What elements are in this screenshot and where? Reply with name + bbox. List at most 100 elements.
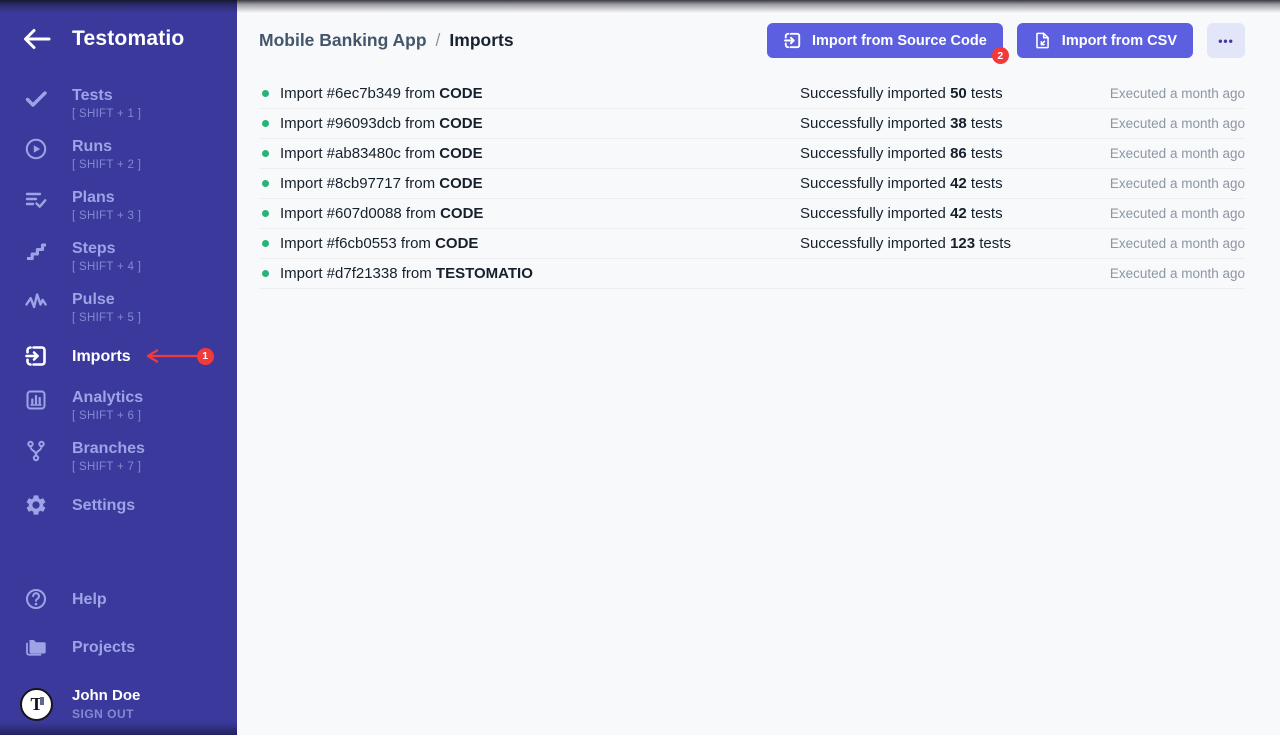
sidebar-item-branches[interactable]: Branches[ SHIFT + 7 ] bbox=[0, 439, 237, 473]
breadcrumb: Mobile Banking App / Imports bbox=[259, 30, 514, 51]
sidebar-item-text: Settings bbox=[72, 496, 135, 515]
import-row-left: Import #f6cb0553 from CODE bbox=[259, 235, 800, 252]
sidebar-item-imports[interactable]: Imports 1 bbox=[0, 341, 237, 371]
import-row-left: Import #d7f21338 from TESTOMATIO bbox=[259, 265, 800, 282]
import-list: Import #6ec7b349 from CODE Successfully i… bbox=[259, 79, 1245, 289]
import-row-left: Import #ab83480c from CODE bbox=[259, 145, 800, 162]
import-row-left: Import #96093dcb from CODE bbox=[259, 115, 800, 132]
sidebar-item-analytics[interactable]: Analytics[ SHIFT + 6 ] bbox=[0, 388, 237, 422]
sidebar-item-shortcut: [ SHIFT + 6 ] bbox=[72, 410, 143, 422]
import-status: Successfully imported 50 tests bbox=[800, 85, 1025, 102]
import-csv-label: Import from CSV bbox=[1062, 33, 1177, 49]
play-circle-icon bbox=[24, 137, 48, 161]
import-executed: Executed a month ago bbox=[1025, 236, 1245, 251]
branch-icon bbox=[24, 439, 48, 463]
header-actions: Import from Source Code 2 Import from CS… bbox=[753, 23, 1245, 58]
status-dot-icon bbox=[262, 150, 269, 157]
import-icon bbox=[783, 31, 802, 50]
sidebar-item-text: Branches[ SHIFT + 7 ] bbox=[72, 439, 145, 473]
list-check-icon bbox=[24, 188, 48, 212]
import-title: Import #607d0088 from CODE bbox=[280, 205, 483, 222]
sidebar-logo-row: Testomatio bbox=[0, 26, 237, 52]
sidebar-item-settings[interactable]: Settings bbox=[0, 490, 237, 520]
sidebar-item-label: Plans bbox=[72, 188, 141, 207]
import-row[interactable]: Import #d7f21338 from TESTOMATIO Executed… bbox=[259, 259, 1245, 289]
import-row[interactable]: Import #ab83480c from CODE Successfully i… bbox=[259, 139, 1245, 169]
sign-out-link[interactable]: SIGN OUT bbox=[72, 707, 140, 721]
gear-icon bbox=[24, 493, 48, 517]
back-arrow-icon[interactable] bbox=[22, 26, 52, 52]
sidebar-bottom: Help Projects T John Doe SIGN OUT bbox=[0, 587, 237, 735]
sidebar-item-label: Settings bbox=[72, 496, 135, 515]
import-row-left: Import #6ec7b349 from CODE bbox=[259, 85, 800, 102]
import-row[interactable]: Import #f6cb0553 from CODESuccessfully i… bbox=[259, 229, 1245, 259]
sidebar-secondary-nav: Help Projects bbox=[0, 587, 237, 683]
status-dot-icon bbox=[262, 120, 269, 127]
status-dot-icon bbox=[262, 180, 269, 187]
import-title: Import #96093dcb from CODE bbox=[280, 115, 483, 132]
import-executed: Executed a month ago bbox=[1025, 266, 1245, 281]
app-logo: Testomatio bbox=[72, 27, 184, 51]
user-row: T John Doe SIGN OUT bbox=[0, 687, 237, 721]
import-row[interactable]: Import #607d0088 from CODE Successfully i… bbox=[259, 199, 1245, 229]
sidebar-item-label: Imports bbox=[72, 347, 131, 366]
user-info: John Doe SIGN OUT bbox=[72, 687, 140, 721]
page-title: Imports bbox=[449, 30, 513, 51]
page-header: Mobile Banking App / Imports Import from… bbox=[259, 23, 1245, 58]
avatar-logo-mark bbox=[40, 697, 44, 705]
sidebar-item-text: Pulse[ SHIFT + 5 ] bbox=[72, 290, 141, 324]
sidebar: Testomatio Tests [ SHIFT + 1 ] Runs [ SHIFT… bbox=[0, 0, 237, 735]
sidebar-item-text: Analytics[ SHIFT + 6 ] bbox=[72, 388, 143, 422]
import-status: Successfully imported 42 tests bbox=[800, 205, 1025, 222]
sidebar-item-label: Help bbox=[72, 590, 107, 609]
import-executed: Executed a month ago bbox=[1025, 176, 1245, 191]
sidebar-item-pulse[interactable]: Pulse[ SHIFT + 5 ] bbox=[0, 290, 237, 324]
folder-icon bbox=[24, 635, 48, 659]
sidebar-item-tests[interactable]: Tests [ SHIFT + 1 ] bbox=[0, 86, 237, 120]
import-row[interactable]: Import #8cb97717 from CODESuccessfully i… bbox=[259, 169, 1245, 199]
sidebar-item-text: Plans[ SHIFT + 3 ] bbox=[72, 188, 141, 222]
sidebar-item-text: Steps [ SHIFT + 4 ] bbox=[72, 239, 141, 273]
steps-icon bbox=[24, 239, 48, 263]
sidebar-item-steps[interactable]: Steps [ SHIFT + 4 ] bbox=[0, 239, 237, 273]
sidebar-nav: Tests [ SHIFT + 1 ] Runs [ SHIFT + 2 ] Plans… bbox=[0, 86, 237, 537]
tutorial-arrow-annotation: 1 bbox=[143, 348, 214, 365]
import-row-left: Import #607d0088 from CODE bbox=[259, 205, 800, 222]
analytics-icon bbox=[24, 388, 48, 412]
sidebar-item-shortcut: [ SHIFT + 2 ] bbox=[72, 159, 141, 171]
status-dot-icon bbox=[262, 240, 269, 247]
sidebar-item-runs[interactable]: Runs [ SHIFT + 2 ] bbox=[0, 137, 237, 171]
sidebar-item-label: Steps bbox=[72, 239, 141, 258]
import-status: Successfully imported 42 tests bbox=[800, 175, 1025, 192]
import-row-left: Import #8cb97717 from CODE bbox=[259, 175, 800, 192]
import-row[interactable]: Import #6ec7b349 from CODE Successfully i… bbox=[259, 79, 1245, 109]
ellipsis-icon: ••• bbox=[1218, 34, 1234, 48]
sidebar-item-label: Runs bbox=[72, 137, 141, 156]
import-title: Import #d7f21338 from TESTOMATIO bbox=[280, 265, 533, 282]
sidebar-item-plans[interactable]: Plans[ SHIFT + 3 ] bbox=[0, 188, 237, 222]
annotation-badge: 2 bbox=[992, 47, 1009, 64]
sidebar-item-label: Projects bbox=[72, 638, 135, 657]
import-title: Import #ab83480c from CODE bbox=[280, 145, 483, 162]
import-title: Import #6ec7b349 from CODE bbox=[280, 85, 483, 102]
main-content: Mobile Banking App / Imports Import from… bbox=[237, 0, 1280, 735]
app-window: Testomatio Tests [ SHIFT + 1 ] Runs [ SHIFT… bbox=[0, 0, 1280, 735]
help-circle-icon bbox=[24, 587, 48, 611]
import-status: Successfully imported 123 tests bbox=[800, 235, 1025, 252]
sidebar-item-shortcut: [ SHIFT + 4 ] bbox=[72, 261, 141, 273]
breadcrumb-project[interactable]: Mobile Banking App bbox=[259, 30, 427, 51]
import-status: Successfully imported 86 tests bbox=[800, 145, 1025, 162]
import-icon bbox=[24, 344, 48, 368]
import-csv-button[interactable]: Import from CSV bbox=[1017, 23, 1193, 58]
sidebar-item-help[interactable]: Help bbox=[0, 587, 237, 611]
more-options-button[interactable]: ••• bbox=[1207, 23, 1245, 58]
sidebar-item-label: Pulse bbox=[72, 290, 141, 309]
check-icon bbox=[24, 86, 48, 110]
sidebar-item-label: Tests bbox=[72, 86, 141, 105]
sidebar-item-shortcut: [ SHIFT + 1 ] bbox=[72, 108, 141, 120]
sidebar-item-projects[interactable]: Projects bbox=[0, 635, 237, 659]
import-source-code-button[interactable]: Import from Source Code 2 bbox=[767, 23, 1003, 58]
sidebar-item-text: Imports bbox=[72, 347, 131, 366]
annotation-badge: 1 bbox=[197, 348, 214, 365]
import-row[interactable]: Import #96093dcb from CODESuccessfully i… bbox=[259, 109, 1245, 139]
